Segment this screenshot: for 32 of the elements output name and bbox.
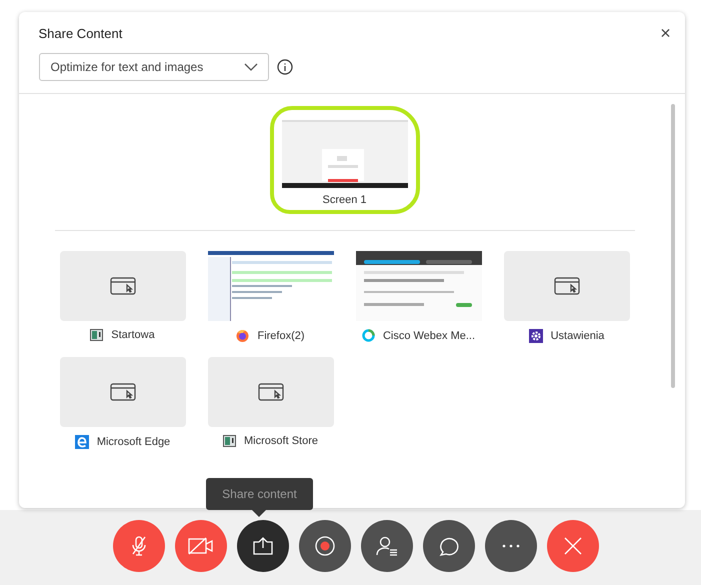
app-option[interactable]: Microsoft Store bbox=[208, 357, 334, 449]
edge-icon bbox=[74, 435, 89, 449]
close-icon bbox=[564, 536, 582, 554]
window-cursor-icon bbox=[110, 383, 136, 401]
app-option[interactable]: Ustawienia bbox=[504, 251, 630, 343]
info-icon[interactable] bbox=[276, 59, 292, 75]
window-cursor-icon bbox=[258, 383, 284, 401]
app-option[interactable]: Microsoft Edge bbox=[60, 357, 186, 449]
window-cursor-icon bbox=[554, 277, 580, 295]
gear-icon bbox=[528, 329, 543, 343]
app-window-icon bbox=[90, 329, 104, 341]
scrollbar[interactable] bbox=[670, 104, 674, 388]
app-window-icon bbox=[223, 435, 236, 447]
app-option[interactable]: Cisco Webex Me... bbox=[356, 251, 482, 343]
mic-off-icon bbox=[130, 534, 146, 556]
more-icon bbox=[502, 544, 520, 548]
participants-icon bbox=[376, 536, 398, 556]
window-cursor-icon bbox=[110, 277, 136, 295]
firefox-icon bbox=[236, 329, 250, 342]
share-icon bbox=[252, 536, 272, 554]
optimize-dropdown[interactable]: Optimize for text and images bbox=[38, 53, 268, 81]
video-off-icon bbox=[188, 536, 214, 556]
screen-option[interactable]: Screen 1 bbox=[270, 106, 420, 214]
chevron-down-icon bbox=[244, 63, 258, 71]
record-icon bbox=[314, 536, 334, 556]
webex-icon bbox=[362, 329, 375, 342]
chat-icon bbox=[438, 536, 458, 556]
app-option[interactable]: Firefox(2) bbox=[208, 251, 334, 343]
dialog-title: Share Content bbox=[38, 26, 122, 40]
tooltip-arrow-icon bbox=[251, 509, 267, 518]
close-button[interactable]: × bbox=[658, 25, 672, 41]
app-option[interactable]: Startowa bbox=[60, 251, 186, 343]
